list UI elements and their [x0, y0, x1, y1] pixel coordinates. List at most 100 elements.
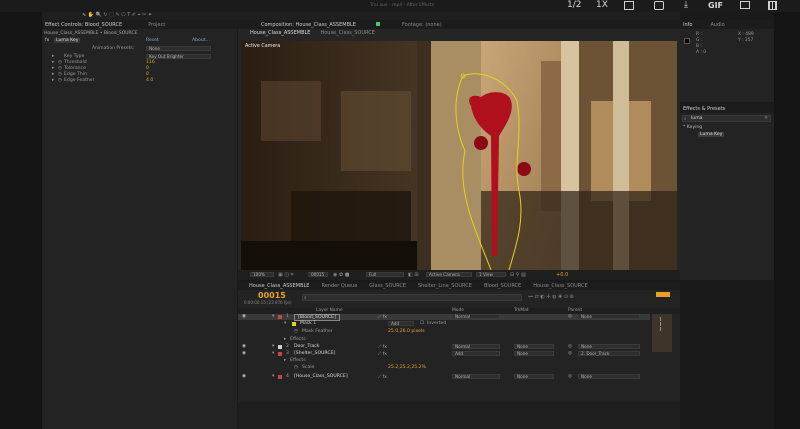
layer-parent-dropdown[interactable]: 2. Door_Track [578, 351, 640, 356]
scale-value[interactable]: 25.2,25.2,25.2% [388, 365, 426, 370]
tab-footage[interactable]: Footage: (none) [402, 22, 442, 28]
layer-row[interactable]: ◉ ▾ 2 Door_Track ⟋ fx Normal None ◎ None [238, 344, 650, 350]
tab-composition[interactable]: Composition: House_Class_ASSEMBLE [261, 22, 356, 28]
camera-dropdown[interactable]: Active Camera [426, 272, 472, 277]
exposure-value[interactable]: +0.0 [556, 272, 568, 278]
mask-row[interactable]: ▾ Mask 1 Add ☐ Inverted [238, 321, 650, 327]
resolution-dropdown[interactable]: Full [366, 272, 404, 277]
twirl-icon[interactable]: ▸ [52, 54, 54, 59]
tab-info[interactable]: Info [683, 22, 692, 28]
layer-parent-dropdown[interactable]: None [578, 344, 640, 349]
gif-button[interactable]: GIF [708, 1, 723, 10]
visibility-eye-icon[interactable]: ◉ [242, 344, 246, 349]
mask-feather-value[interactable]: 25.0,26.0 pixels [388, 329, 425, 334]
layer-row[interactable]: ◉ ▾ 3 [Shelter_SOURCE] ⟋ fx Add None ◎ 2. Door_T… [238, 351, 650, 357]
composition-viewer[interactable]: Active Camera [241, 41, 677, 270]
layer-label-color[interactable] [278, 345, 282, 349]
tab-effects-presets[interactable]: Effects & Presets [683, 106, 725, 112]
layer-twirl-icon[interactable]: ▾ [272, 314, 274, 319]
effects-search-box[interactable]: ⌕ luma ✕ [682, 115, 771, 122]
focus-icon[interactable] [654, 1, 664, 10]
luma-key-item[interactable]: Luma Key [698, 132, 725, 137]
stopwatch-icon[interactable]: ◷ [58, 60, 62, 65]
stopwatch-icon[interactable]: ◷ [58, 66, 62, 71]
parent-pickwhip-icon[interactable]: ◎ [568, 314, 572, 319]
keying-category[interactable]: * Keying [683, 125, 702, 130]
visibility-eye-icon[interactable]: ◉ [242, 314, 246, 319]
timeline-timecode[interactable]: 00015 [258, 291, 286, 300]
layer-parent-dropdown[interactable]: None [578, 374, 640, 379]
layer-trkmat-dropdown[interactable]: None [514, 351, 554, 356]
stopwatch-icon[interactable]: ◷ [58, 78, 62, 83]
layer-switch-icons[interactable]: ⟋ fx [378, 374, 387, 380]
layer-name[interactable]: Door_Track [294, 344, 319, 349]
layer-twirl-icon[interactable]: ▾ [272, 351, 274, 356]
layer-bar[interactable]: III [652, 314, 672, 352]
effect-property-value[interactable]: 0 [146, 66, 149, 71]
layer-name[interactable]: [Shelter_SOURCE] [294, 351, 335, 356]
parent-pickwhip-icon[interactable]: ◎ [568, 351, 572, 356]
layer-label-color[interactable] [278, 375, 282, 379]
visibility-eye-icon[interactable]: ◉ [242, 374, 246, 379]
clear-search-icon[interactable]: ✕ [764, 116, 768, 121]
twirl-icon[interactable]: ▸ [52, 66, 54, 71]
view-icons[interactable]: ⊟ ⚲ ▨ [510, 272, 526, 278]
mask-name[interactable]: Mask 1 [300, 321, 316, 326]
mask-twirl-icon[interactable]: ▾ [284, 321, 286, 326]
mask-mode-dropdown[interactable]: Add [388, 321, 414, 326]
presets-dropdown[interactable]: None [146, 46, 211, 51]
layer-trkmat-dropdown[interactable]: None [514, 344, 554, 349]
layer-parent-dropdown[interactable]: None [578, 314, 640, 319]
twirl-icon[interactable]: ▸ [52, 78, 54, 83]
layer-name[interactable]: [House_Class_SOURCE] [294, 374, 348, 379]
tools-icons[interactable]: ⬉ ✋ 🔍 ↻ ⬚ ✎ ⬠ T ✐ ⌖ ✂ ✦ [82, 12, 152, 18]
window-icon[interactable] [740, 1, 750, 9]
zoom-dropdown[interactable]: 100% [250, 272, 274, 277]
timeline-tab[interactable]: Glass_SOURCE [369, 283, 406, 289]
twirl-icon[interactable]: ▸ [52, 60, 54, 65]
stopwatch-icon[interactable]: ◷ [294, 365, 298, 370]
effect-property-value[interactable]: 0 [146, 72, 149, 77]
layer-label-color[interactable] [278, 315, 282, 319]
effect-name[interactable]: Luma Key [54, 38, 81, 43]
layer-twirl-icon[interactable]: ▾ [272, 374, 274, 379]
camera-icons[interactable]: ◉ ✿ ■ [333, 272, 349, 278]
effects-twirl-icon[interactable]: ▸ [284, 337, 286, 342]
subtab-assemble[interactable]: House_Class_ASSEMBLE [250, 30, 310, 36]
current-time[interactable]: 00015 [308, 272, 328, 277]
grid-icon[interactable] [768, 1, 777, 10]
subtab-source[interactable]: House_Class_SOURCE [320, 30, 374, 36]
view-dropdown[interactable]: 1 View [476, 272, 506, 277]
layer-switch-icons[interactable]: ⟋ fx [378, 344, 387, 350]
timeline-search[interactable]: ⌕ [302, 294, 522, 301]
visibility-eye-icon[interactable]: ◉ [242, 351, 246, 356]
layer-mode-dropdown[interactable]: Add [452, 351, 500, 356]
stopwatch-icon[interactable]: ◷ [58, 72, 62, 77]
effect-property-value[interactable]: 116 [146, 60, 155, 65]
about-link[interactable]: About... [192, 38, 210, 43]
layer-twirl-icon[interactable]: ▾ [272, 344, 274, 349]
tab-project[interactable]: Project [148, 22, 165, 28]
layer-name[interactable]: [Blood_SOURCE] [294, 314, 340, 321]
snapshot-icon[interactable]: ▣ ◫ ⌗ [278, 272, 293, 278]
crop-icon[interactable] [624, 1, 634, 10]
twirl-icon[interactable]: ▸ [52, 72, 54, 77]
timeline-tab[interactable]: Blood_SOURCE [484, 283, 521, 289]
timeline-tab[interactable]: Shelter_Line_SOURCE [418, 283, 472, 289]
layer-trkmat-dropdown[interactable]: None [514, 374, 554, 379]
tab-audio[interactable]: Audio [710, 22, 724, 28]
parent-pickwhip-icon[interactable]: ◎ [568, 344, 572, 349]
timeline-tab[interactable]: House_Class_ASSEMBLE [249, 283, 309, 289]
timeline-switches-icons[interactable]: ⊶ ⇄ ◐ ✢ ◍ ✚ ⊙ ⊛ [528, 294, 574, 300]
layer-row[interactable]: ◉ ▾ 1 [Blood_SOURCE] ⟋ fx Normal ◎ None [238, 314, 650, 321]
layer-row[interactable]: ◉ ▾ 4 [House_Class_SOURCE] ⟋ fx Normal None ◎ No… [238, 374, 650, 380]
timeline-tab[interactable]: House_Class_SOURCE [533, 283, 587, 289]
layer-mode-dropdown[interactable]: Normal [452, 374, 500, 379]
timeline-tab[interactable]: Render Queue [321, 283, 357, 289]
layer-mode-dropdown[interactable]: Normal [452, 344, 500, 349]
roi-icons[interactable]: ◧ ⊞ [408, 272, 419, 278]
reset-link[interactable]: Reset [146, 38, 159, 43]
download-icon[interactable]: ⤓ [684, 0, 688, 10]
layer-switch-icons[interactable]: ⟋ fx [378, 314, 387, 320]
effect-property-value[interactable]: Key Out Brighter [146, 54, 211, 59]
